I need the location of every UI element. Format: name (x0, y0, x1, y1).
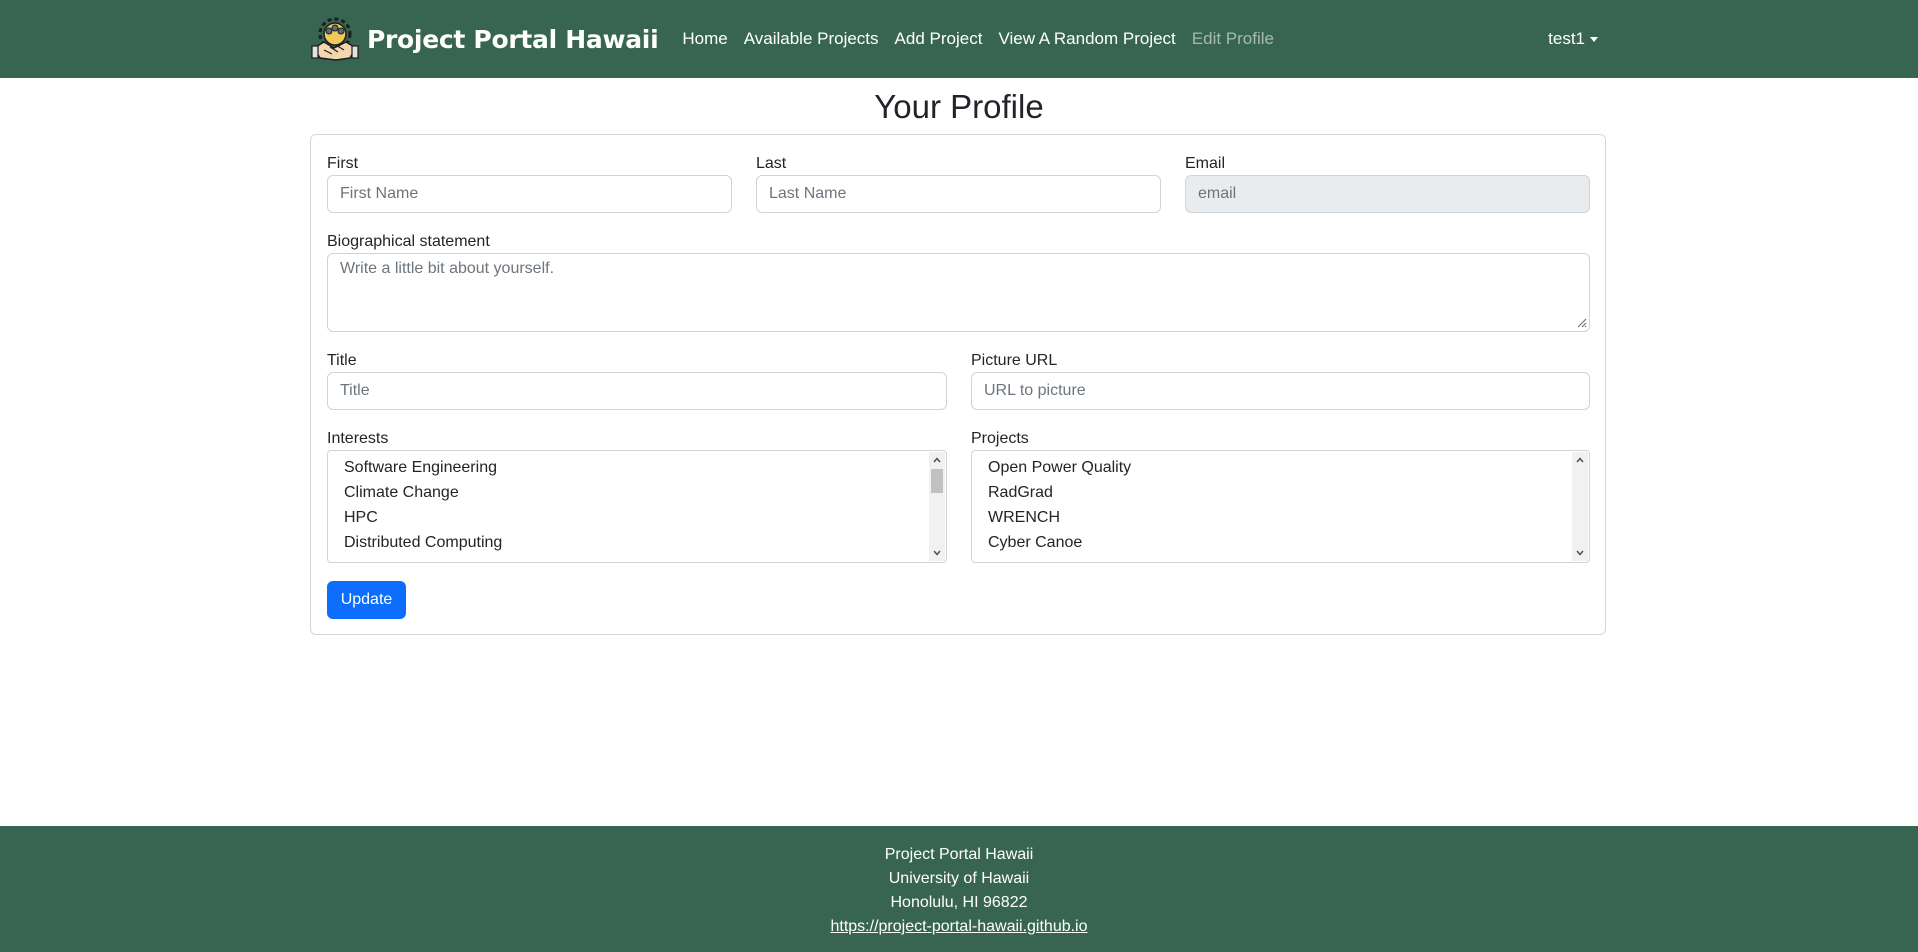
caret-down-icon (1590, 36, 1598, 42)
title-label: Title (327, 352, 357, 369)
nav-link-random-project[interactable]: View A Random Project (990, 29, 1183, 49)
user-name: test1 (1548, 29, 1585, 48)
projects-scrollbar[interactable] (1572, 452, 1588, 561)
interests-scrollbar[interactable] (929, 452, 945, 561)
title-input[interactable] (327, 372, 947, 410)
first-name-input[interactable] (327, 175, 732, 213)
project-option[interactable]: RadGrad (988, 484, 1053, 502)
last-name-input[interactable] (756, 175, 1161, 213)
email-field[interactable] (1185, 175, 1590, 213)
picture-url-label: Picture URL (971, 352, 1058, 369)
picture-url-input[interactable] (971, 372, 1590, 410)
interest-option[interactable]: Software Engineering (344, 459, 497, 477)
resize-grip-icon[interactable] (1575, 316, 1587, 328)
footer-university: University of Hawaii (888, 870, 1030, 887)
projects-multiselect[interactable]: Open Power Quality RadGrad WRENCH Cyber … (971, 450, 1590, 563)
nav-link-add-project[interactable]: Add Project (887, 29, 991, 49)
interest-option[interactable]: Distributed Computing (344, 534, 502, 552)
footer-address: Honolulu, HI 96822 (890, 894, 1028, 911)
first-name-label: First (327, 155, 359, 172)
handshake-logo-icon (311, 17, 359, 61)
scroll-down-icon[interactable] (1572, 545, 1588, 561)
footer: Project Portal Hawaii University of Hawa… (0, 826, 1918, 952)
project-option[interactable]: Cyber Canoe (988, 534, 1082, 552)
project-option[interactable]: WRENCH (988, 509, 1060, 527)
footer-link-row: https://project-portal-hawaii.github.io (0, 918, 1918, 936)
scroll-up-icon[interactable] (1572, 452, 1588, 468)
navbar: Project Portal Hawaii Home Available Pro… (0, 0, 1918, 78)
interests-scroll-thumb[interactable] (931, 469, 943, 493)
bio-textarea[interactable] (327, 253, 1590, 332)
scroll-down-icon[interactable] (929, 545, 945, 561)
interest-option[interactable]: HPC (344, 509, 378, 527)
projects-label: Projects (971, 430, 1029, 447)
nav-link-available-projects[interactable]: Available Projects (736, 29, 887, 49)
nav-link-edit-profile[interactable]: Edit Profile (1184, 29, 1282, 49)
interests-label: Interests (327, 430, 389, 447)
project-option[interactable]: Open Power Quality (988, 459, 1131, 477)
brand-name: Project Portal Hawaii (367, 24, 659, 54)
bio-label: Biographical statement (327, 233, 490, 250)
profile-form-card: First Last Email Biographical statement … (310, 134, 1606, 635)
navbar-inner: Project Portal Hawaii Home Available Pro… (310, 0, 1606, 78)
user-dropdown[interactable]: test1 (1548, 29, 1598, 49)
scroll-up-icon[interactable] (929, 452, 945, 468)
footer-org: Project Portal Hawaii (884, 846, 1034, 863)
nav-link-home[interactable]: Home (674, 29, 735, 49)
interest-option[interactable]: Climate Change (344, 484, 459, 502)
nav-links: Home Available Projects Add Project View… (674, 29, 1282, 49)
last-name-label: Last (756, 155, 787, 172)
email-label: Email (1185, 155, 1226, 172)
update-button[interactable]: Update (327, 581, 406, 619)
footer-website-link[interactable]: https://project-portal-hawaii.github.io (830, 918, 1087, 935)
interests-multiselect[interactable]: Software Engineering Climate Change HPC … (327, 450, 947, 563)
page-title: Your Profile (874, 88, 1044, 125)
brand-link[interactable]: Project Portal Hawaii (310, 14, 659, 64)
